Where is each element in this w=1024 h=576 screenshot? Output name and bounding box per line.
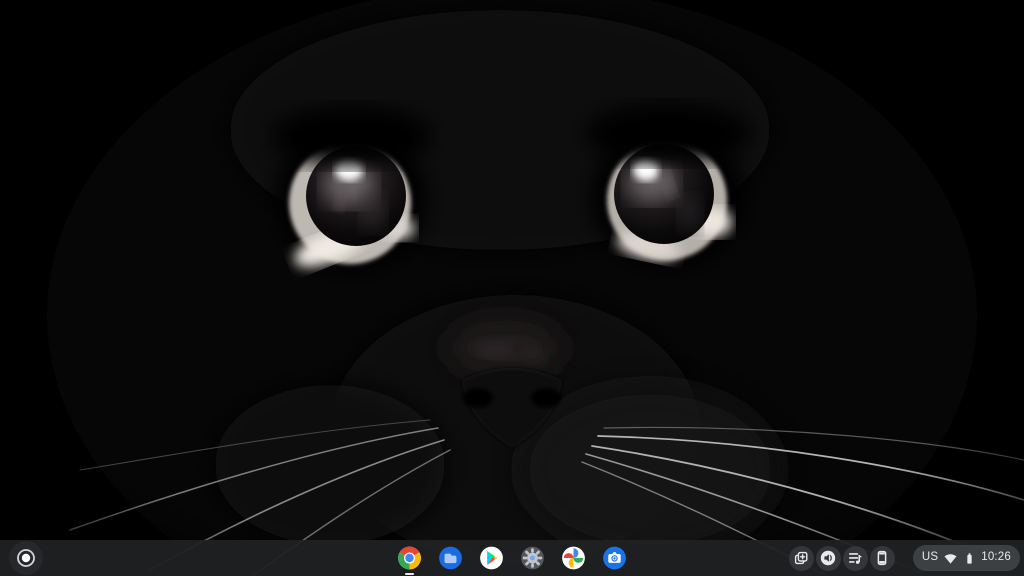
google-photos-app-button[interactable]	[561, 545, 587, 571]
screen-capture-icon	[795, 551, 808, 565]
launcher-icon	[17, 549, 35, 567]
settings-gear-icon	[521, 546, 544, 570]
volume-notification-button[interactable]	[815, 545, 841, 571]
phone-hub-icon	[877, 550, 887, 566]
phone-hub-button[interactable]	[869, 545, 895, 571]
files-icon	[439, 546, 462, 570]
chromeos-desktop: US 10:26	[0, 0, 1024, 576]
keyboard-layout-indicator: US	[921, 551, 939, 564]
system-tray: US 10:26	[788, 540, 1020, 576]
wifi-icon	[944, 553, 957, 564]
wallpaper-black-cat	[0, 0, 1024, 576]
pinned-apps	[397, 540, 628, 576]
media-controls-icon	[849, 553, 862, 564]
clock: 10:26	[981, 551, 1011, 564]
battery-full-icon	[967, 552, 972, 564]
settings-app-button[interactable]	[520, 545, 546, 571]
google-photos-icon	[562, 546, 585, 570]
files-app-button[interactable]	[438, 545, 464, 571]
media-controls-button[interactable]	[842, 545, 868, 571]
speaker-icon	[821, 550, 836, 566]
play-store-icon	[480, 546, 503, 570]
chrome-icon	[398, 546, 421, 570]
running-indicator	[405, 572, 414, 575]
play-store-app-button[interactable]	[479, 545, 505, 571]
launcher-button[interactable]	[9, 541, 43, 575]
chrome-app-button[interactable]	[397, 545, 423, 575]
camera-icon	[603, 546, 626, 570]
status-area[interactable]: US 10:26	[912, 545, 1020, 571]
camera-app-button[interactable]	[602, 545, 628, 571]
shelf: US 10:26	[0, 540, 1024, 576]
screen-capture-tray-button[interactable]	[788, 545, 814, 571]
